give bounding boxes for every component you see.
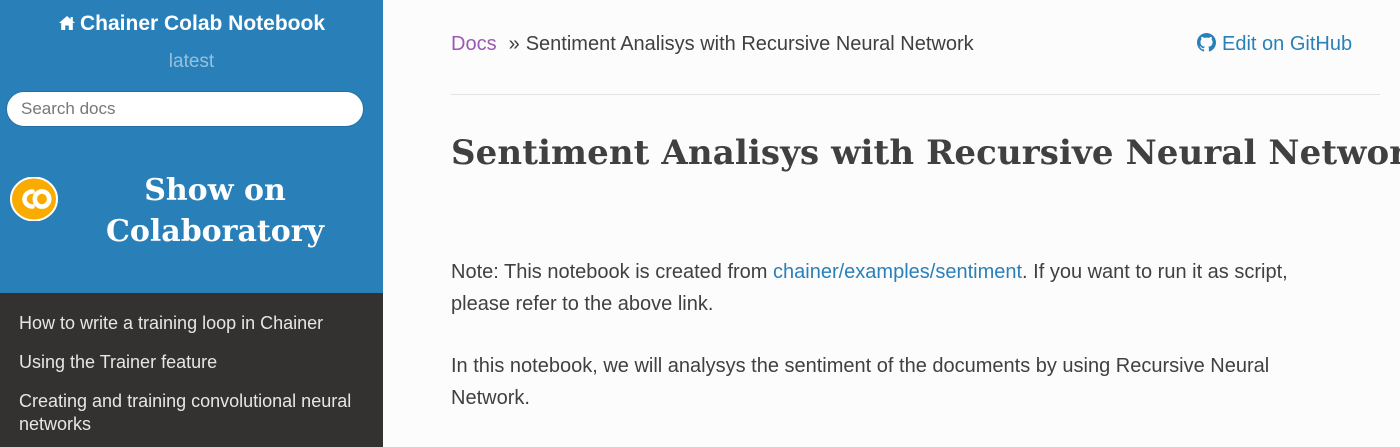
colab-label-line1: Show on: [144, 173, 286, 208]
sidebar: Chainer Colab Notebook latest Show on Co…: [0, 0, 383, 447]
edit-on-github-link[interactable]: Edit on GitHub: [1197, 30, 1352, 58]
version-label: latest: [168, 51, 215, 72]
breadcrumb-current: Sentiment Analisys with Recursive Neural…: [525, 33, 974, 55]
project-home-link[interactable]: Chainer Colab Notebook: [0, 10, 383, 38]
sidebar-item-cnn[interactable]: Creating and training convolutional neur…: [0, 390, 383, 436]
sidebar-item-training-loop[interactable]: How to write a training loop in Chainer: [0, 312, 383, 335]
colab-logo-icon: [10, 177, 58, 221]
sidebar-header: Chainer Colab Notebook latest Show on Co…: [0, 0, 383, 293]
github-icon: [1197, 33, 1216, 52]
sidebar-item-trainer-feature[interactable]: Using the Trainer feature: [0, 351, 383, 374]
colab-label-line2: Colaboratory: [105, 214, 325, 249]
sidebar-nav: How to write a training loop in Chainer …: [0, 312, 383, 436]
project-name: Chainer Colab Notebook: [79, 12, 326, 35]
show-on-colaboratory-button[interactable]: Show on Colaboratory: [0, 165, 383, 265]
header-divider: [451, 94, 1380, 95]
sentiment-example-link[interactable]: chainer/examples/sentiment: [773, 261, 1022, 283]
breadcrumb: Docs » Sentiment Analisys with Recursive N…: [451, 30, 974, 58]
edit-on-github-label: Edit on GitHub: [1222, 33, 1353, 55]
breadcrumb-docs-link[interactable]: Docs: [451, 33, 497, 55]
colab-button-label: Show on Colaboratory: [60, 170, 370, 252]
search-input[interactable]: [6, 91, 364, 127]
note-prefix: Note: This notebook is created from: [451, 261, 774, 283]
home-icon: [58, 16, 75, 30]
breadcrumb-separator: »: [508, 33, 520, 55]
note-paragraph: Note: This notebook is created from chai…: [451, 256, 1351, 320]
page-title: Sentiment Analisys with Recursive Neural…: [451, 133, 1400, 173]
intro-paragraph: In this notebook, we will analysys the s…: [451, 355, 1270, 409]
